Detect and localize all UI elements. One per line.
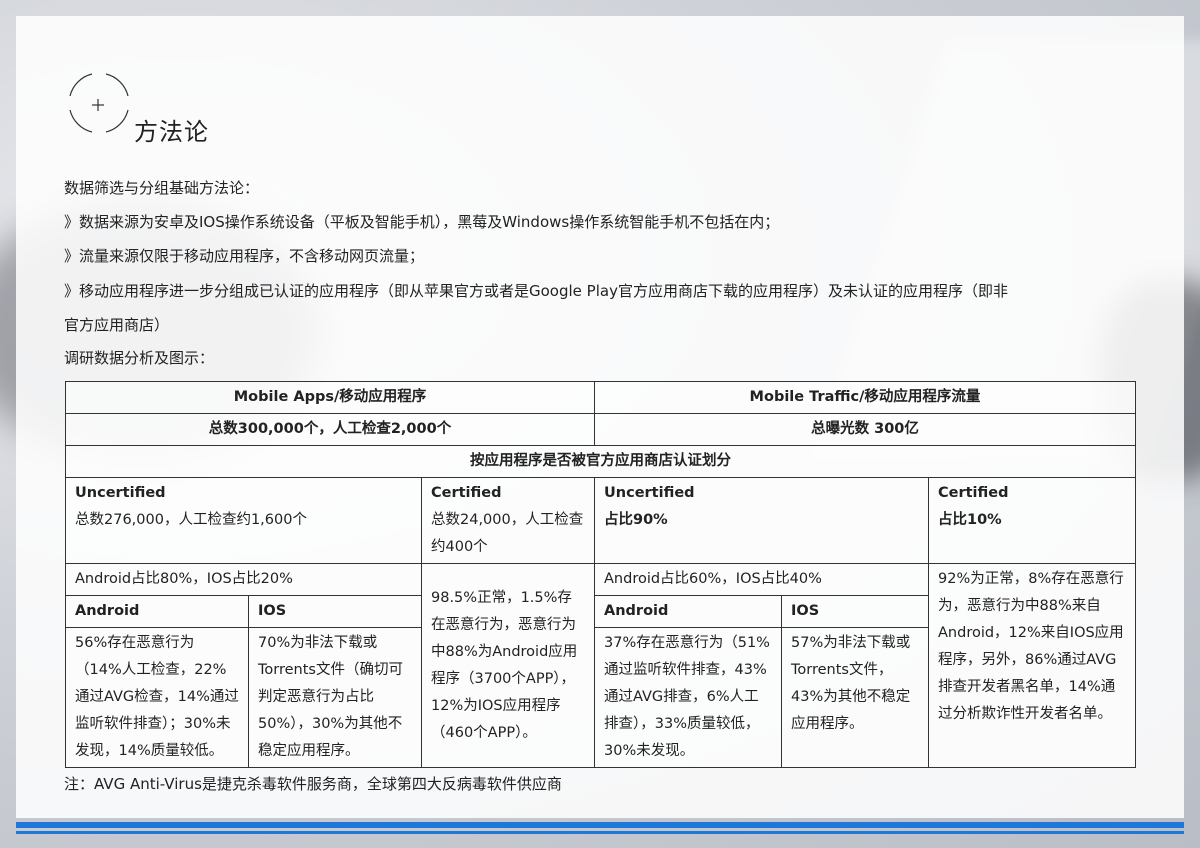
footer-bar-thin [16, 831, 1184, 834]
table-row: Uncertified 总数276,000，人工检查约1,600个 Certif… [65, 477, 1136, 564]
footer-bar [16, 822, 1184, 828]
traffic-split: Android占比60%，IOS占比40% [594, 563, 929, 596]
table-row: Android占比80%，IOS占比20% 98.5%正常，1.5%存在恶意行为… [65, 563, 1136, 768]
apps-uncertified-detail: 总数276,000，人工检查约1,600个 [75, 512, 307, 528]
apps-certified-text: 98.5%正常，1.5%存在恶意行为，恶意行为中88%为Android应用程序（… [421, 563, 595, 768]
traffic-certified-title: Certified [938, 485, 1009, 501]
group-header: 按应用程序是否被官方应用商店认证划分 [65, 445, 1136, 478]
intro-bullet: 》流量来源仅限于移动应用程序，不含移动网页流量； [64, 247, 425, 265]
data-table: Mobile Apps/移动应用程序 Mobile Traffic/移动应用程序… [65, 381, 1136, 768]
traffic-certified-cell: Certified 占比10% [928, 477, 1136, 564]
traffic-uncertified-detail: 占比90% [604, 512, 668, 528]
apps-split: Android占比80%，IOS占比20% [65, 563, 422, 596]
intro-heading: 数据筛选与分组基础方法论： [64, 179, 260, 197]
crosshair-circle-icon [69, 73, 129, 133]
traffic-uncertified-cell: Uncertified 占比90% [594, 477, 929, 564]
apps-android-label: Android [65, 595, 249, 628]
traffic-certified-text: 92%为正常，8%存在恶意行为，恶意行为中88%来自Android，12%来自I… [928, 563, 1136, 768]
traffic-certified-detail: 占比10% [938, 512, 1002, 528]
intro-bullet: 》移动应用程序进一步分组成已认证的应用程序（即从苹果官方或者是Google Pl… [64, 282, 1008, 300]
intro-bullet: 》数据来源为安卓及IOS操作系统设备（平板及智能手机），黑莓及Windows操作… [64, 213, 780, 231]
section-title: 方法论 [134, 118, 209, 146]
apps-total: 总数300,000个，人工检查2,000个 [65, 413, 595, 446]
apps-ios-label: IOS [248, 595, 422, 628]
footnote: 注：AVG Anti-Virus是捷克杀毒软件服务商，全球第四大反病毒软件供应商 [64, 775, 562, 793]
analysis-heading: 调研数据分析及图示： [64, 349, 215, 367]
traffic-ios-text: 57%为非法下载或Torrents文件，43%为其他不稳定应用程序。 [781, 627, 929, 768]
traffic-android-text: 37%存在恶意行为（51%通过监听软件排查，43%通过AVG排查，6%人工排查）… [594, 627, 782, 768]
traffic-header: Mobile Traffic/移动应用程序流量 [594, 381, 1136, 414]
table-row: Mobile Apps/移动应用程序 Mobile Traffic/移动应用程序… [65, 381, 1136, 414]
apps-certified-title: Certified [431, 485, 502, 501]
apps-uncertified-title: Uncertified [75, 485, 166, 501]
traffic-android-label: Android [594, 595, 782, 628]
table-row: 总数300,000个，人工检查2,000个 总曝光数 300亿 [65, 413, 1136, 446]
traffic-ios-label: IOS [781, 595, 929, 628]
traffic-total: 总曝光数 300亿 [594, 413, 1136, 446]
apps-certified-cell: Certified 总数24,000，人工检查约400个 [421, 477, 595, 564]
intro-bullet-continued: 官方应用商店） [64, 316, 170, 334]
apps-header: Mobile Apps/移动应用程序 [65, 381, 595, 414]
apps-android-text: 56%存在恶意行为（14%人工检查，22%通过AVG检查，14%通过监听软件排查… [65, 627, 249, 768]
traffic-uncertified-title: Uncertified [604, 485, 695, 501]
apps-uncertified-cell: Uncertified 总数276,000，人工检查约1,600个 [65, 477, 422, 564]
apps-ios-text: 70%为非法下载或Torrents文件（确切可判定恶意行为占比50%），30%为… [248, 627, 422, 768]
apps-certified-detail: 总数24,000，人工检查约400个 [431, 512, 584, 555]
table-row: 按应用程序是否被官方应用商店认证划分 [65, 445, 1136, 478]
